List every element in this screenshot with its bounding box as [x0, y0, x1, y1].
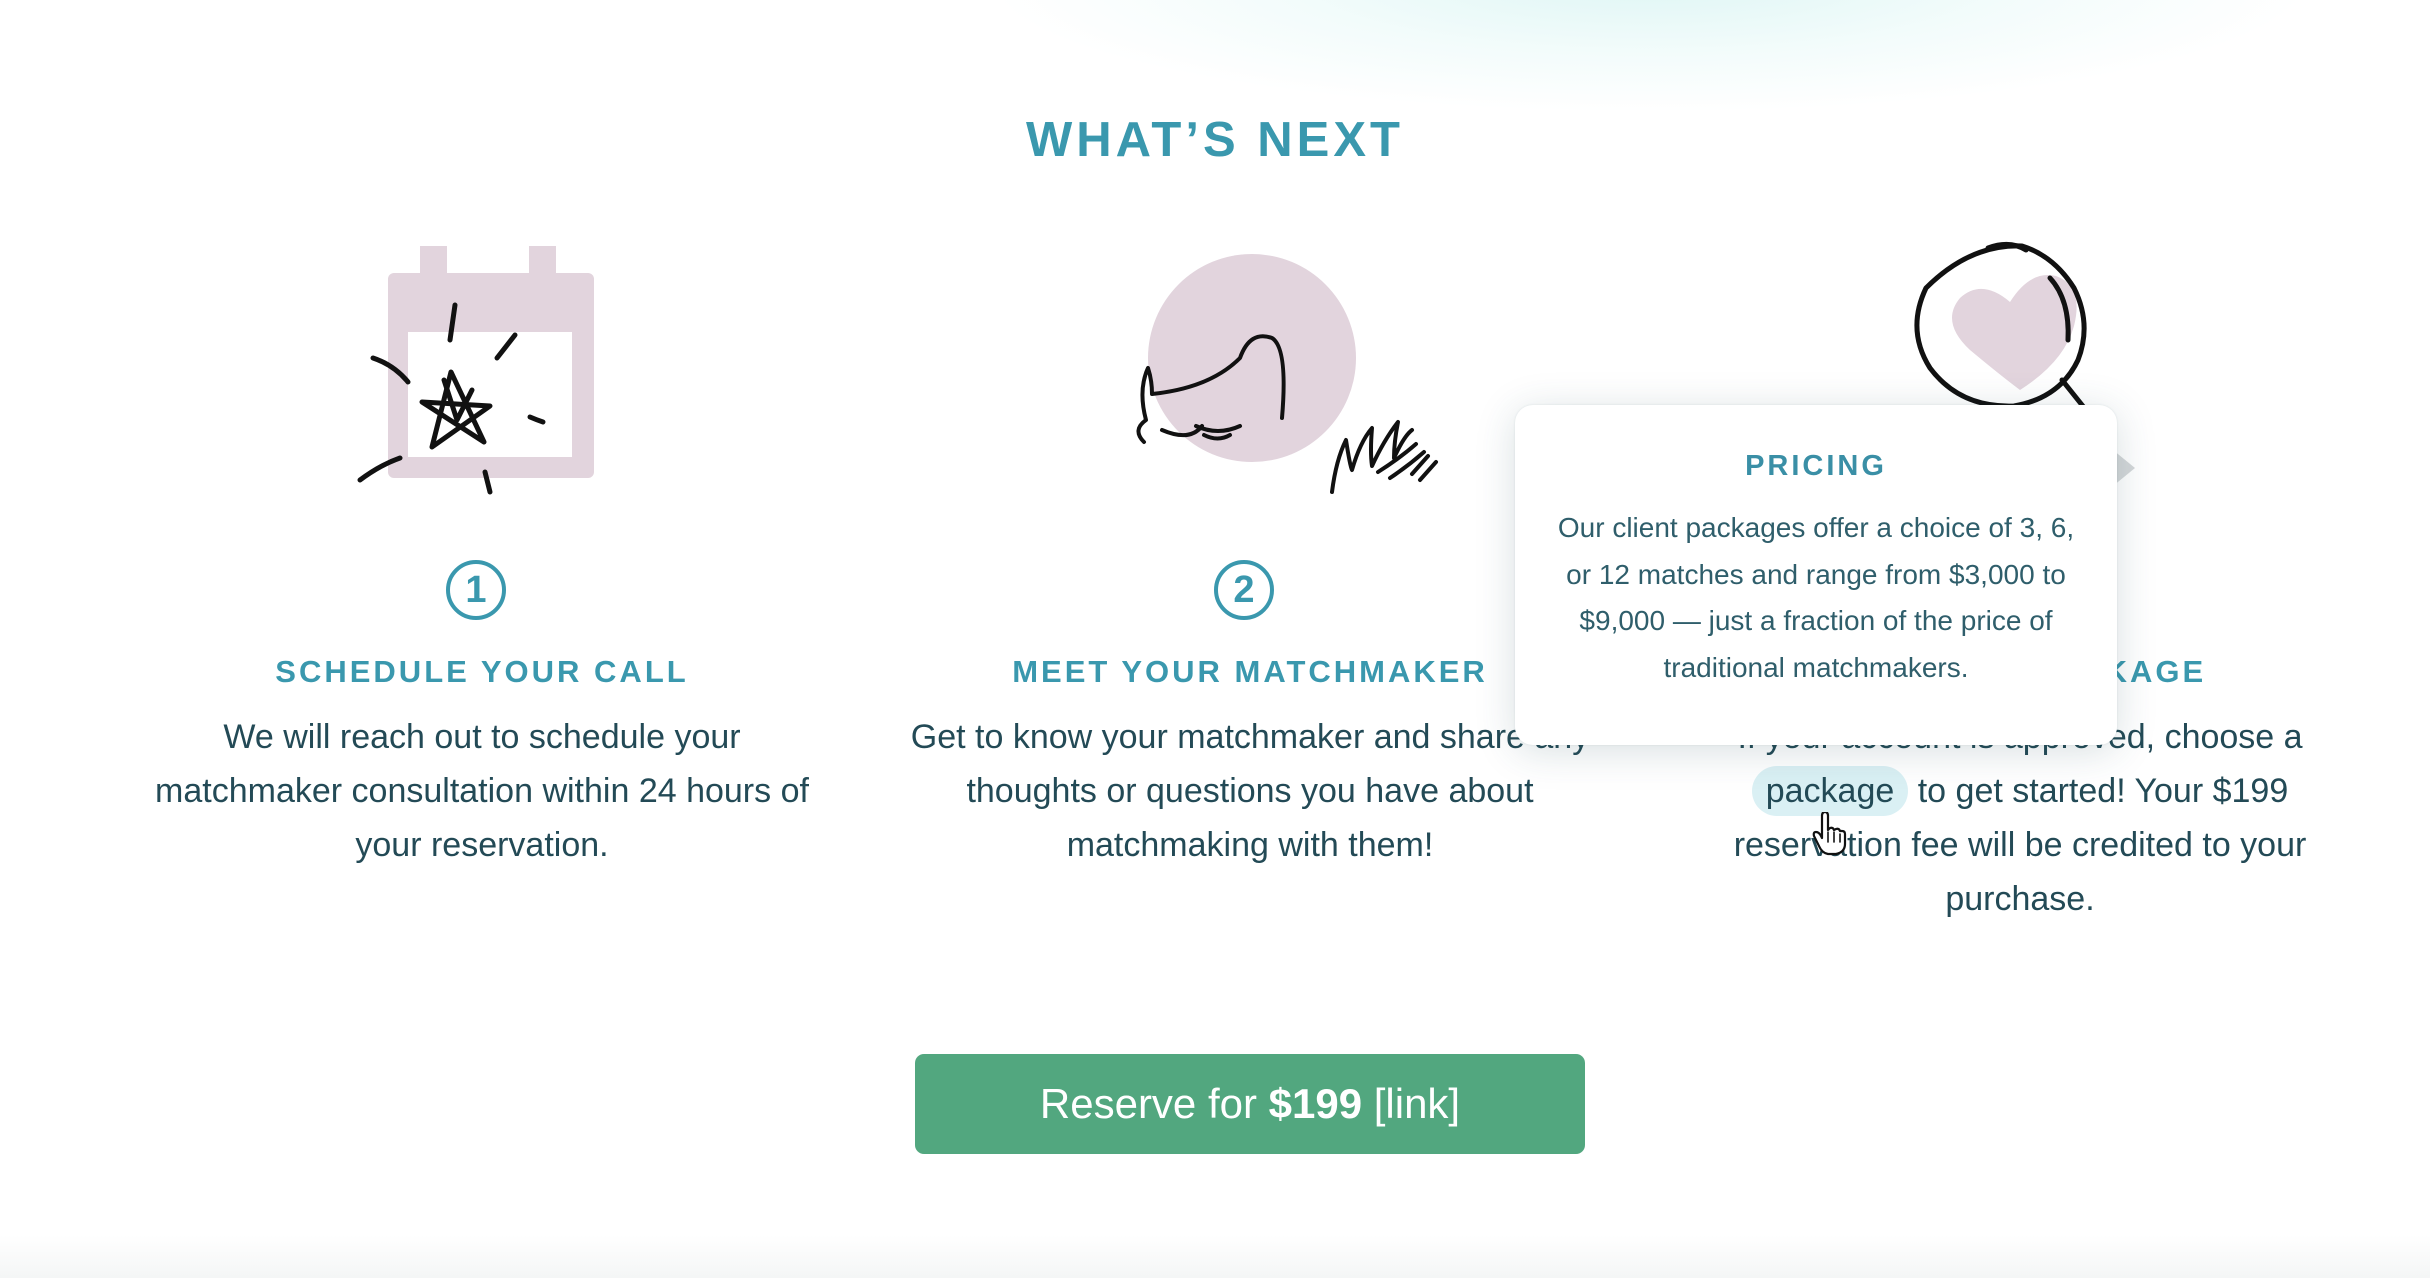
step-description: Get to know your matchmaker and share an…: [910, 718, 1590, 864]
tooltip-title: PRICING: [1745, 450, 1887, 482]
step-heading: MEET YOUR MATCHMAKER: [1012, 654, 1488, 689]
reserve-button[interactable]: Reserve for $199 [link]: [915, 1054, 1585, 1154]
step-number-badge: 2: [1214, 560, 1274, 620]
top-background-glow: [1000, 0, 2300, 110]
reserve-button-link-note: [link]: [1362, 1080, 1461, 1127]
matchmaker-waving-icon: [1136, 254, 1438, 494]
pricing-tooltip: PRICING Our client packages offer a choi…: [1515, 405, 2117, 745]
package-link[interactable]: package: [1751, 766, 1909, 816]
step-meet-matchmaker: 2 MEET YOUR MATCHMAKER Get to know your …: [900, 230, 1600, 950]
step-description: We will reach out to schedule your match…: [155, 718, 809, 864]
calendar-star-icon: [357, 246, 594, 495]
step-number-badge: 1: [446, 560, 506, 620]
step-schedule-call: 1 SCHEDULE YOUR CALL We will reach out t…: [132, 230, 832, 950]
hand-pointer-cursor-icon: [1812, 812, 1847, 856]
step-heading: SCHEDULE YOUR CALL: [275, 654, 689, 689]
reserve-button-label: Reserve for: [1039, 1080, 1269, 1127]
section-title: WHAT’S NEXT: [1026, 113, 1404, 167]
bottom-fade: [0, 1235, 2430, 1278]
tooltip-body: Our client packages offer a choice of 3,…: [1557, 512, 2075, 683]
reserve-button-price: $199: [1268, 1080, 1363, 1127]
